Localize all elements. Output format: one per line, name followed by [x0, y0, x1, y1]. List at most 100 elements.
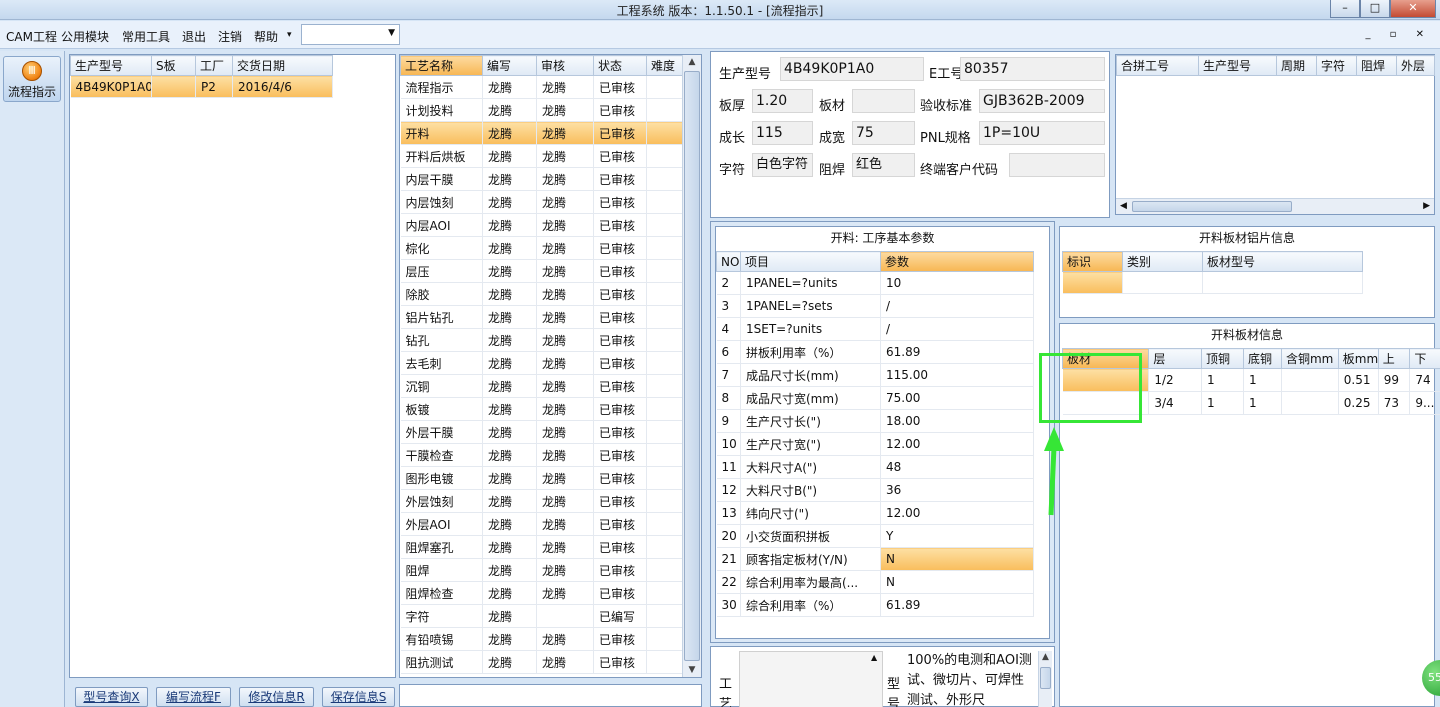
column-header[interactable]: 参数: [880, 251, 1034, 272]
standard-field[interactable]: GJB362B-2009: [979, 89, 1105, 113]
table-row[interactable]: 字符 龙腾 已编写: [400, 604, 683, 628]
edit-flow-button[interactable]: 编写流程F: [156, 687, 231, 707]
column-header[interactable]: 板mm: [1337, 348, 1379, 369]
table-row[interactable]: 有铅喷锡 龙腾 龙腾 已审核: [400, 627, 683, 651]
process-scrollbar[interactable]: ▲ ▼: [682, 55, 701, 677]
table-row[interactable]: 13 纬向尺寸(") 12.00: [716, 501, 1034, 525]
table-row[interactable]: 4 1SET=?units /: [716, 317, 1034, 341]
column-header[interactable]: 工厂: [195, 55, 233, 76]
column-header[interactable]: 状态: [593, 55, 647, 76]
table-row[interactable]: 12 大料尺寸B(") 36: [716, 478, 1034, 502]
table-row[interactable]: 7 成品尺寸长(mm) 115.00: [716, 363, 1034, 387]
table-row[interactable]: 去毛刺 龙腾 龙腾 已审核: [400, 351, 683, 375]
table-row[interactable]: 11 大料尺寸A(") 48: [716, 455, 1034, 479]
scroll-up-icon[interactable]: ▲: [871, 653, 877, 662]
column-header[interactable]: 阻焊: [1356, 55, 1397, 76]
pnl-field[interactable]: 1P=10U: [979, 121, 1105, 145]
process-remarks[interactable]: [739, 651, 883, 707]
menu-combo[interactable]: ▼: [301, 24, 400, 45]
width-field[interactable]: 75: [852, 121, 915, 145]
material-field[interactable]: [852, 89, 915, 113]
customer-field[interactable]: [1009, 153, 1105, 177]
scroll-down-icon[interactable]: ▼: [683, 665, 701, 675]
table-row[interactable]: 阻抗测试 龙腾 龙腾 已审核: [400, 650, 683, 674]
table-row[interactable]: 流程指示 龙腾 龙腾 已审核: [400, 75, 683, 99]
table-row[interactable]: 9 生产尺寸长(") 18.00: [716, 409, 1034, 433]
column-header[interactable]: 含铜mm: [1280, 348, 1339, 369]
table-row[interactable]: 4B49K0P1A0 P2 2016/4/6: [70, 75, 333, 98]
table-row[interactable]: 20 小交货面积拼板 Y: [716, 524, 1034, 548]
column-header[interactable]: 编写: [482, 55, 537, 76]
table-row[interactable]: 开料 龙腾 龙腾 已审核: [400, 121, 683, 145]
menu-cam[interactable]: CAM工程: [6, 28, 57, 45]
minimize-icon[interactable]: –: [1330, 0, 1360, 18]
column-header[interactable]: 合拼工号: [1116, 55, 1199, 76]
column-header[interactable]: 板材型号: [1202, 251, 1363, 272]
column-header[interactable]: 外层: [1396, 55, 1435, 76]
help-dropdown-icon[interactable]: ▾: [287, 30, 292, 40]
table-row[interactable]: 10 生产尺寸宽(") 12.00: [716, 432, 1034, 456]
column-header[interactable]: 周期: [1276, 55, 1317, 76]
column-header[interactable]: 项目: [740, 251, 881, 272]
column-header[interactable]: 字符: [1316, 55, 1357, 76]
model-note[interactable]: 100%的电测和AOI测试、微切片、可焊性测试、外形尺: [907, 651, 1035, 707]
column-header[interactable]: S板: [151, 55, 196, 76]
scroll-thumb[interactable]: [684, 71, 700, 661]
menu-help[interactable]: 帮助: [254, 28, 278, 45]
table-row[interactable]: 内层AOI 龙腾 龙腾 已审核: [400, 213, 683, 237]
flow-indicator-button[interactable]: Ⅲ 流程指示: [3, 56, 61, 102]
scroll-right-icon[interactable]: ▶: [1423, 201, 1430, 211]
table-row[interactable]: 板镀 龙腾 龙腾 已审核: [400, 397, 683, 421]
table-row[interactable]: 钻孔 龙腾 龙腾 已审核: [400, 328, 683, 352]
table-row[interactable]: 21 顾客指定板材(Y/N) N: [716, 547, 1034, 571]
table-row[interactable]: 开料后烘板 龙腾 龙腾 已审核: [400, 144, 683, 168]
table-row[interactable]: 6 拼板利用率（%） 61.89: [716, 340, 1034, 364]
table-row[interactable]: 棕化 龙腾 龙腾 已审核: [400, 236, 683, 260]
table-row[interactable]: 层压 龙腾 龙腾 已审核: [400, 259, 683, 283]
merge-scroll-thumb[interactable]: [1132, 201, 1292, 212]
column-header[interactable]: 上: [1377, 348, 1411, 369]
table-row[interactable]: 铝片钻孔 龙腾 龙腾 已审核: [400, 305, 683, 329]
column-header[interactable]: 顶铜: [1200, 348, 1245, 369]
column-header[interactable]: NO: [716, 251, 741, 272]
status-input[interactable]: [399, 684, 702, 707]
table-row[interactable]: 外层蚀刻 龙腾 龙腾 已审核: [400, 489, 683, 513]
note-scrollbar[interactable]: ▲: [1038, 651, 1052, 707]
column-header[interactable]: 难度: [646, 55, 683, 76]
table-row[interactable]: 沉铜 龙腾 龙腾 已审核: [400, 374, 683, 398]
table-row[interactable]: 外层AOI 龙腾 龙腾 已审核: [400, 512, 683, 536]
table-row[interactable]: 内层蚀刻 龙腾 龙腾 已审核: [400, 190, 683, 214]
menu-common-tools[interactable]: 常用工具: [122, 28, 170, 45]
table-row[interactable]: 干膜检查 龙腾 龙腾 已审核: [400, 443, 683, 467]
eno-field[interactable]: 80357: [960, 57, 1105, 81]
table-row[interactable]: 22 综合利用率为最高(... N: [716, 570, 1034, 594]
column-header[interactable]: 类别: [1122, 251, 1203, 272]
modify-info-button[interactable]: 修改信息R: [239, 687, 314, 707]
model-field[interactable]: 4B49K0P1A0: [780, 57, 924, 81]
table-row[interactable]: 2 1PANEL=?units 10: [716, 271, 1034, 295]
menu-logout[interactable]: 注销: [218, 28, 242, 45]
table-row[interactable]: 除胶 龙腾 龙腾 已审核: [400, 282, 683, 306]
table-row[interactable]: 阻焊塞孔 龙腾 龙腾 已审核: [400, 535, 683, 559]
save-info-button[interactable]: 保存信息S: [322, 687, 395, 707]
thickness-field[interactable]: 1.20: [752, 89, 813, 113]
table-row[interactable]: 阻焊检查 龙腾 龙腾 已审核: [400, 581, 683, 605]
column-header[interactable]: 底铜: [1243, 348, 1282, 369]
table-row[interactable]: 计划投料 龙腾 龙腾 已审核: [400, 98, 683, 122]
scroll-up-icon[interactable]: ▲: [1039, 652, 1052, 662]
column-header[interactable]: 交货日期: [232, 55, 333, 76]
char-field[interactable]: 白色字符: [752, 153, 813, 177]
column-header[interactable]: 审核: [536, 55, 594, 76]
maximize-icon[interactable]: □: [1360, 0, 1390, 18]
scroll-up-icon[interactable]: ▲: [683, 57, 701, 67]
table-row[interactable]: 外层干膜 龙腾 龙腾 已审核: [400, 420, 683, 444]
column-header[interactable]: 工艺名称: [400, 55, 483, 76]
table-row[interactable]: 图形电镀 龙腾 龙腾 已审核: [400, 466, 683, 490]
table-row[interactable]: 3 1PANEL=?sets /: [716, 294, 1034, 318]
table-row[interactable]: [1062, 271, 1363, 294]
length-field[interactable]: 115: [752, 121, 813, 145]
mdi-window-controls[interactable]: _ ▫ ✕: [1365, 29, 1432, 40]
column-header[interactable]: 下: [1409, 348, 1440, 369]
table-row[interactable]: 30 综合利用率（%） 61.89: [716, 593, 1034, 617]
column-header[interactable]: 生产型号: [70, 55, 152, 76]
